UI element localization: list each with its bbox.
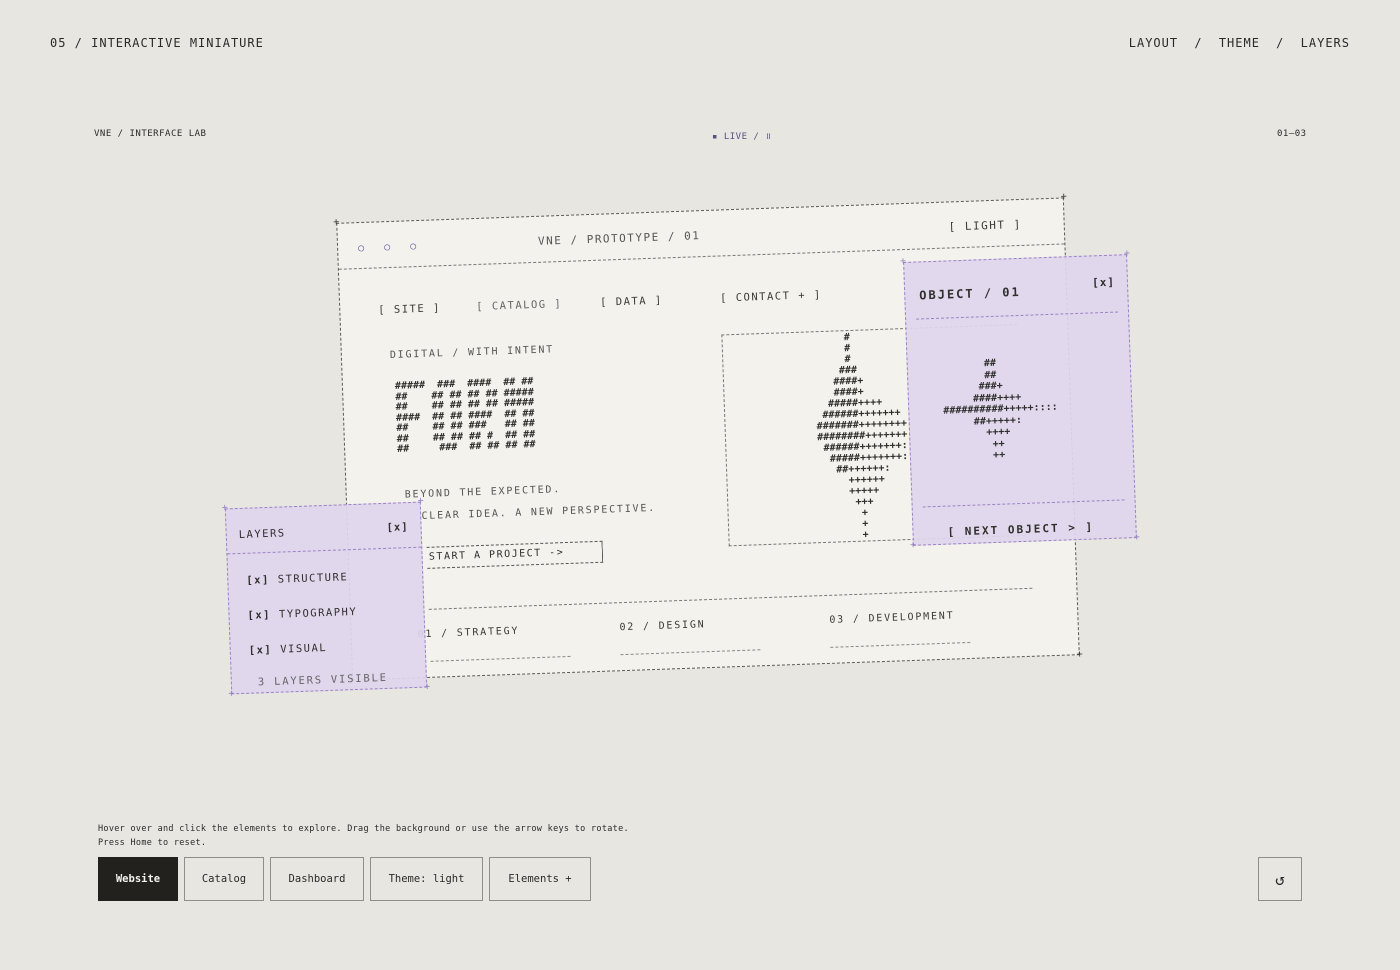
layers-panel[interactable]: + + + + LAYERS [x] [x] STRUCTURE [x] TYPOG… bbox=[221, 496, 431, 700]
object-panel[interactable]: + + + + OBJECT / 01 [x] ## ## ###+ ####+… bbox=[899, 248, 1141, 551]
ascii-logo[interactable]: ##### ### #### ## ## ## ## ## ## ## ####… bbox=[395, 376, 536, 455]
service-development[interactable]: 03 / DEVELOPMENT bbox=[829, 611, 954, 626]
instructions-line: Press Home to reset. bbox=[98, 838, 207, 848]
nav-catalog[interactable]: [ CATALOG ] bbox=[476, 298, 562, 313]
card-header: ○ ○ ○ VNE / PROTOTYPE / 01 [ LIGHT ] bbox=[337, 198, 1065, 270]
corner-mark: + bbox=[1076, 649, 1083, 661]
checkbox-icon: [x] bbox=[247, 608, 272, 622]
tagline-secondary: CLEAR IDEA. A NEW PERSPECTIVE. bbox=[421, 502, 657, 523]
layer-toggle-typography[interactable]: [x] TYPOGRAPHY bbox=[247, 606, 357, 622]
panel-divider bbox=[922, 499, 1125, 508]
website-button[interactable]: Website bbox=[98, 857, 178, 901]
service-strategy[interactable]: 01 / STRATEGY bbox=[417, 626, 519, 641]
corner-mark: + bbox=[899, 255, 907, 268]
meta-counter: 01—03 bbox=[1277, 129, 1307, 139]
layers-title: LAYERS bbox=[238, 527, 286, 542]
object-title: OBJECT / 01 bbox=[919, 284, 1021, 303]
eyebrow: DIGITAL / WITH INTENT bbox=[389, 344, 555, 362]
service-design[interactable]: 02 / DESIGN bbox=[619, 619, 705, 633]
ascii-object: ## ## ###+ ####++++ ##########+++++:::: … bbox=[941, 357, 1058, 463]
reset-icon[interactable]: ↺ bbox=[1258, 857, 1302, 901]
layer-label: STRUCTURE bbox=[277, 571, 349, 586]
ascii-visual[interactable]: # # # ### ####+ ####+ #####++++ ######++… bbox=[789, 330, 911, 543]
layer-label: TYPOGRAPHY bbox=[278, 605, 358, 621]
layers-count: 3 LAYERS VISIBLE bbox=[257, 671, 388, 689]
next-object-button[interactable]: [ NEXT OBJECT > ] bbox=[947, 520, 1094, 538]
tagline-primary: BEYOND THE EXPECTED. bbox=[404, 484, 562, 501]
service-underline bbox=[830, 641, 971, 648]
theme-toggle-button[interactable]: [ LIGHT ] bbox=[948, 218, 1022, 234]
corner-mark: + bbox=[1123, 248, 1131, 260]
nav-layout[interactable]: LAYOUT bbox=[1129, 36, 1178, 50]
checkbox-icon: [x] bbox=[248, 643, 273, 657]
live-indicator[interactable]: ▪ LIVE / ॥ bbox=[712, 129, 771, 142]
layer-toggle-structure[interactable]: [x] STRUCTURE bbox=[246, 571, 348, 587]
nav-theme[interactable]: THEME bbox=[1219, 36, 1260, 50]
panel-divider bbox=[227, 546, 422, 555]
corner-mark: + bbox=[909, 539, 917, 551]
card-title: VNE / PROTOTYPE / 01 bbox=[537, 229, 701, 248]
meta-left: VNE / INTERFACE LAB bbox=[94, 129, 207, 139]
instructions: Hover over and click the elements to exp… bbox=[98, 822, 629, 850]
nav-layers[interactable]: LAYERS bbox=[1301, 36, 1350, 50]
top-nav: LAYOUT / THEME / LAYERS bbox=[1129, 36, 1350, 50]
checkbox-icon: [x] bbox=[246, 573, 271, 587]
service-underline bbox=[620, 649, 761, 656]
corner-mark: + bbox=[423, 681, 431, 693]
section-label: 05 / INTERACTIVE MINIATURE bbox=[50, 36, 264, 50]
object-close-button[interactable]: [x] bbox=[1092, 276, 1115, 290]
nav-site[interactable]: [ SITE ] bbox=[378, 302, 441, 316]
dashboard-button[interactable]: Dashboard bbox=[270, 857, 364, 901]
nav-data[interactable]: [ DATA ] bbox=[600, 294, 663, 308]
catalog-button[interactable]: Catalog bbox=[184, 857, 264, 901]
corner-mark: + bbox=[228, 688, 235, 700]
nav-separator: / bbox=[1276, 36, 1285, 50]
view-toolbar: Website Catalog Dashboard Theme: light E… bbox=[98, 857, 591, 901]
layer-toggle-visual[interactable]: [x] VISUAL bbox=[249, 642, 328, 657]
corner-mark: + bbox=[221, 502, 229, 514]
nav-contact[interactable]: [ CONTACT + ] bbox=[720, 289, 822, 305]
corner-mark: + bbox=[417, 495, 424, 507]
service-underline bbox=[430, 655, 571, 662]
nav-separator: / bbox=[1194, 36, 1203, 50]
corner-mark: + bbox=[1133, 531, 1141, 544]
start-project-button[interactable]: START A PROJECT -> bbox=[426, 540, 604, 569]
layer-label: VISUAL bbox=[280, 641, 328, 656]
section-divider bbox=[428, 587, 1033, 610]
elements-button[interactable]: Elements + bbox=[489, 857, 591, 901]
layers-close-button[interactable]: [x] bbox=[386, 521, 408, 534]
theme-button[interactable]: Theme: light bbox=[370, 857, 483, 901]
instructions-line: Hover over and click the elements to exp… bbox=[98, 824, 629, 834]
window-dots-icon: ○ ○ ○ bbox=[357, 240, 424, 255]
panel-divider bbox=[916, 311, 1119, 320]
